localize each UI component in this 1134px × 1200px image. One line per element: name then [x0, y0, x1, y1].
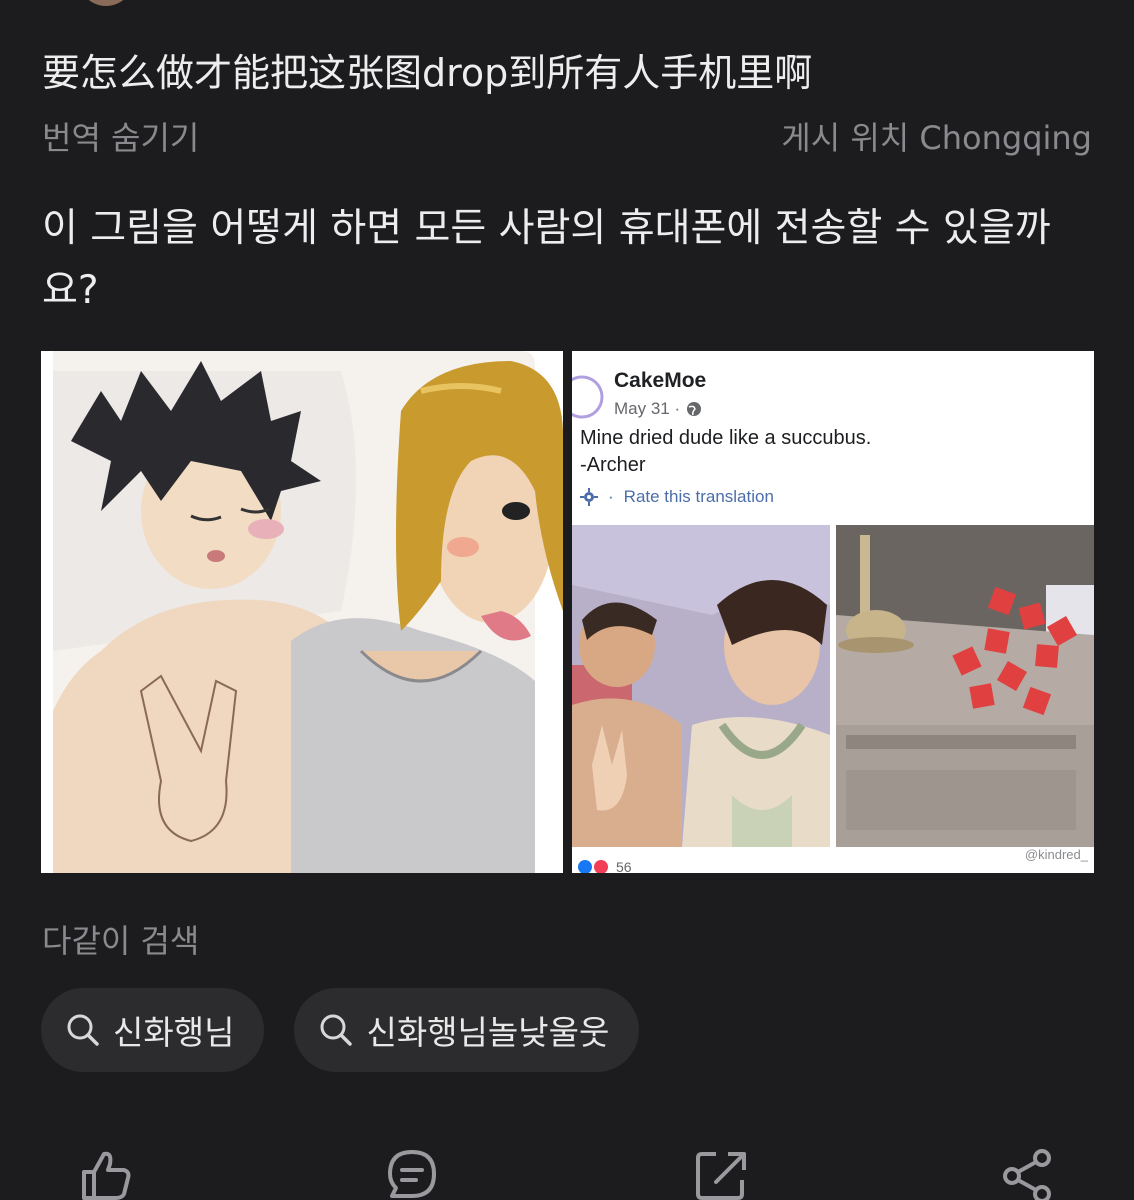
- fb-dot: ·: [608, 487, 614, 506]
- similar-search-heading: 다같이 검색: [42, 922, 200, 960]
- search-chip-2[interactable]: 신화행님놀낮울웃: [294, 988, 640, 1072]
- fb-post-footer: 56 @kindred_: [572, 847, 1094, 873]
- similar-search-chips: 신화행님 신화행님놀낮울웃: [41, 988, 640, 1072]
- share-icon[interactable]: [1000, 1148, 1056, 1200]
- love-reaction-icon: [594, 860, 608, 873]
- like-icon[interactable]: [78, 1148, 134, 1200]
- comment-icon[interactable]: [384, 1148, 440, 1200]
- external-link-icon[interactable]: [694, 1148, 750, 1200]
- search-chip-label: 신화행님놀낮울웃: [366, 1013, 610, 1052]
- fb-post-text: Mine dried dude like a succubus. -Archer: [580, 425, 871, 479]
- fb-reaction-count: 56: [616, 859, 632, 873]
- fb-avatar-icon: [572, 375, 604, 419]
- fb-text-line2: -Archer: [580, 454, 646, 476]
- nightstand-photo: [836, 525, 1094, 847]
- fb-photo-selfie: [572, 525, 830, 847]
- fb-reactions: 56: [578, 859, 632, 873]
- hide-translation-link[interactable]: 번역 숨기기: [42, 113, 199, 159]
- fb-rate-translation: · Rate this translation: [580, 487, 774, 507]
- fb-photo-nightstand: [836, 525, 1094, 847]
- weibo-watermark-text: @kindred_: [1024, 847, 1088, 862]
- illustration-image[interactable]: [41, 351, 563, 873]
- facebook-screenshot-image[interactable]: CakeMoe May 31 · Mine dried dude like a …: [572, 351, 1094, 873]
- illustration-drawing: [41, 351, 563, 873]
- post-title: 要怎么做才能把这张图drop到所有人手机里啊: [42, 51, 813, 95]
- gear-icon: [580, 488, 598, 506]
- search-icon: [320, 1014, 353, 1046]
- search-chip-1[interactable]: 신화행님: [41, 988, 265, 1072]
- fb-post-date: May 31 ·: [614, 399, 702, 419]
- globe-icon: [687, 402, 702, 416]
- fb-rate-label: Rate this translation: [623, 487, 774, 506]
- search-chip-label: 신화행님: [113, 1013, 235, 1052]
- selfie-photo: [572, 525, 830, 847]
- fb-post-header: CakeMoe May 31 · Mine dried dude like a …: [572, 351, 1094, 523]
- post-location: 게시 위치 Chongqing: [781, 119, 1092, 157]
- author-avatar[interactable]: [78, 0, 134, 6]
- translated-text: 이 그림을 어떻게 하면 모든 사람의 휴대폰에 전송할 수 있을까요?: [42, 206, 1051, 313]
- fb-date-text: May 31 ·: [614, 399, 681, 418]
- search-icon: [67, 1014, 99, 1046]
- fb-author-name: CakeMoe: [614, 369, 707, 392]
- media-grid: CakeMoe May 31 · Mine dried dude like a …: [41, 351, 1094, 873]
- weibo-watermark: @kindred_: [1025, 847, 1088, 862]
- post-meta-row: 번역 숨기기 게시 위치 Chongqing: [42, 114, 1092, 158]
- post-action-bar: [0, 1140, 1134, 1200]
- fb-text-line1: Mine dried dude like a succubus.: [580, 427, 872, 449]
- like-reaction-icon: [578, 860, 592, 873]
